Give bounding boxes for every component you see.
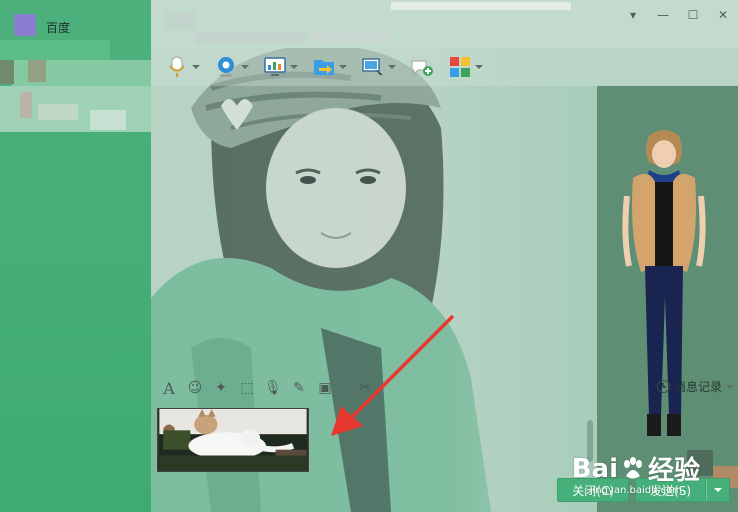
magic-wand-icon[interactable]: ✦ — [213, 380, 229, 396]
remote-desktop-button[interactable] — [259, 52, 302, 82]
blurred-title — [165, 12, 195, 30]
close-button[interactable]: 关闭(C) — [557, 478, 630, 502]
chevron-down-icon[interactable] — [388, 65, 396, 69]
chevron-down-icon — [376, 386, 384, 390]
monitor-chart-icon — [264, 57, 286, 76]
window-header: ▾ — ☐ ✕ — [151, 0, 738, 48]
close-icon[interactable]: ✕ — [714, 6, 732, 24]
chevron-down-icon[interactable] — [290, 65, 298, 69]
window-controls: ▾ — ☐ ✕ — [624, 6, 732, 24]
screen-share-icon — [362, 58, 383, 75]
voice-call-button[interactable] — [161, 52, 204, 82]
webcam-icon — [218, 57, 234, 77]
blurred-title — [195, 32, 305, 44]
font-icon[interactable]: A — [161, 379, 177, 398]
message-history-label: 消息记录 — [673, 380, 722, 394]
chevron-down-icon[interactable] — [339, 65, 347, 69]
friend-show-panel — [597, 86, 738, 512]
pasted-cat-image[interactable] — [157, 408, 309, 472]
apps-button[interactable] — [444, 52, 487, 82]
avatar[interactable] — [14, 14, 36, 36]
chat-add-icon — [411, 60, 433, 76]
chevron-down-icon — [714, 488, 722, 492]
blurred-title — [391, 2, 571, 10]
minimize-icon[interactable]: — — [654, 6, 672, 24]
send-controls: 关闭(C) 发送(S) — [557, 478, 730, 502]
blurred-title — [311, 30, 391, 44]
maximize-icon[interactable]: ☐ — [684, 6, 702, 24]
left-panel: 百度 — [0, 0, 152, 512]
microphone-icon — [169, 56, 185, 77]
chat-window: ▾ — ☐ ✕ A ☺ ✦ ⬚ 🎙 ✎ ▣ ✂ 消息记录 关闭(C) 发送(S)… — [151, 0, 738, 512]
send-button[interactable]: 发送(S) — [635, 478, 706, 502]
voice-message-icon[interactable]: 🎙 — [264, 380, 282, 396]
file-transfer-button[interactable] — [308, 52, 351, 82]
screenshot-icon[interactable]: ⬚ — [239, 380, 255, 396]
video-call-button[interactable] — [210, 52, 253, 82]
message-history-area[interactable] — [151, 86, 597, 372]
screenshot-dropdown[interactable]: ✂ — [357, 378, 384, 398]
emoji-icon[interactable]: ☺ — [187, 380, 203, 396]
clock-icon — [656, 380, 670, 393]
chevron-down-icon[interactable] — [241, 65, 249, 69]
chevron-down-icon — [726, 384, 734, 389]
message-input[interactable] — [151, 402, 597, 512]
folder-arrow-icon — [314, 60, 334, 75]
send-options-dropdown[interactable] — [706, 478, 730, 502]
add-member-button[interactable] — [406, 52, 438, 82]
screen-share-button[interactable] — [357, 52, 400, 82]
input-toolbar: A ☺ ✦ ⬚ 🎙 ✎ ▣ ✂ — [151, 374, 597, 402]
chat-toolbar — [151, 48, 738, 86]
menu-chevron-icon[interactable]: ▾ — [624, 6, 642, 24]
app-grid-icon — [450, 57, 470, 77]
message-history-button[interactable]: 消息记录 — [656, 378, 734, 395]
chevron-down-icon[interactable] — [192, 65, 200, 69]
send-group: 发送(S) — [635, 478, 730, 502]
chevron-down-icon[interactable] — [475, 65, 483, 69]
input-scrollbar[interactable] — [587, 420, 593, 462]
avatar-figure — [622, 130, 706, 436]
scissors-icon: ✂ — [359, 380, 371, 396]
window-title: 百度 — [46, 21, 71, 35]
blurred-contact-info — [0, 40, 152, 140]
image-icon[interactable]: ▣ — [317, 380, 333, 396]
edit-icon[interactable]: ✎ — [291, 380, 307, 396]
